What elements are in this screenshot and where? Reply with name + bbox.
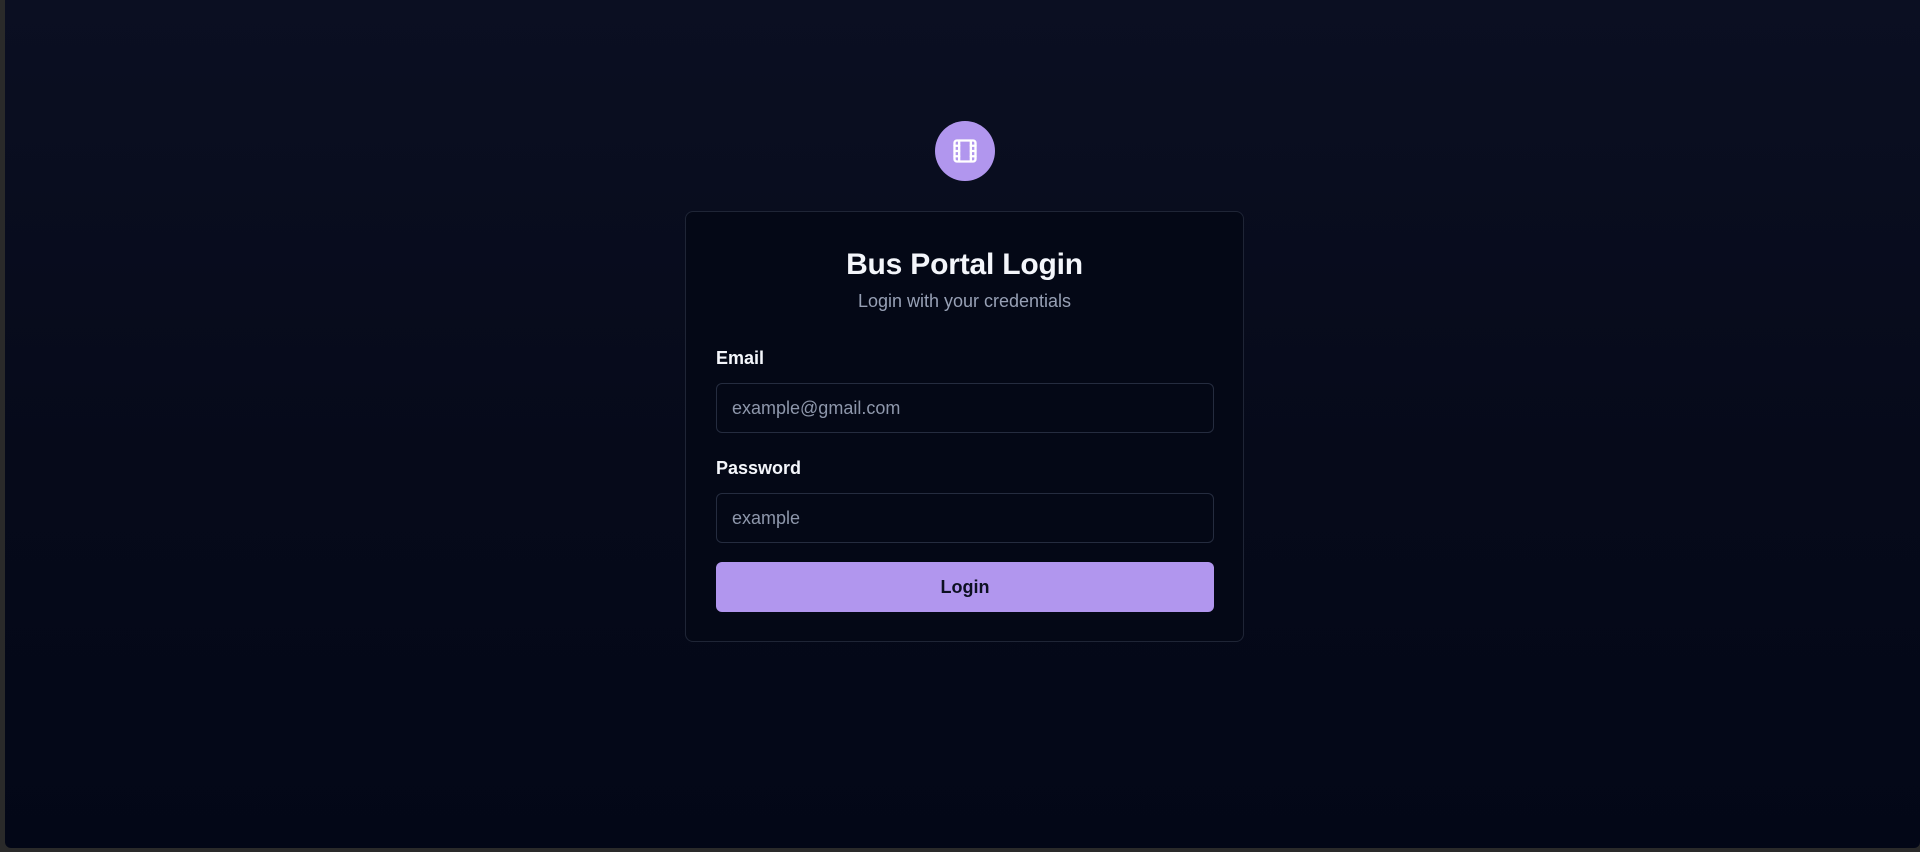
email-field[interactable] [716,383,1214,433]
password-field[interactable] [716,493,1214,543]
password-label: Password [716,458,802,478]
film-icon [953,139,977,163]
login-card: Bus Portal Login Login with your credent… [685,211,1244,642]
app-logo [935,121,995,181]
email-label: Email [716,348,765,368]
page-subtitle: Login with your credentials [857,291,1072,311]
page-background: Bus Portal Login Login with your credent… [5,0,1920,848]
page-title: Bus Portal Login [846,248,1083,281]
login-button[interactable]: Login [716,562,1214,612]
